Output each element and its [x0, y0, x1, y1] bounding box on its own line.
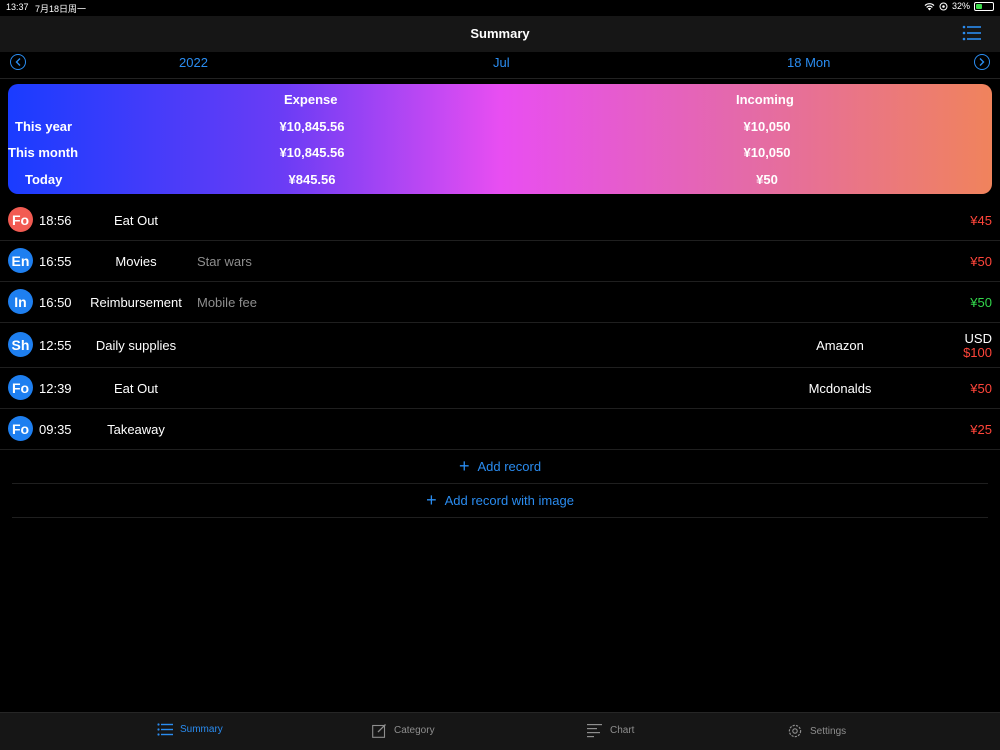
record-row[interactable]: Fo 18:56 Eat Out ¥45	[0, 200, 1000, 241]
page-title: Summary	[470, 26, 530, 41]
chevron-left-icon	[15, 58, 21, 66]
record-amount: $100	[963, 345, 992, 360]
category-avatar: Fo	[8, 207, 33, 232]
record-time: 09:35	[39, 422, 72, 437]
previous-day-button[interactable]	[10, 54, 26, 70]
tab-summary[interactable]: Summary	[157, 723, 223, 736]
tab-label: Settings	[810, 725, 847, 737]
record-time: 16:55	[39, 254, 72, 269]
battery-percent: 32%	[951, 1, 970, 11]
record-time: 12:55	[39, 338, 72, 353]
record-category: Movies	[115, 254, 157, 269]
summary-card: Expense Incoming This year ¥10,845.56 ¥1…	[8, 84, 992, 194]
tab-chart[interactable]: Chart	[587, 723, 634, 738]
add-record-button[interactable]: + Add record	[12, 450, 988, 484]
records-list: Fo 18:56 Eat Out ¥45 En 16:55 Movies Sta…	[0, 200, 1000, 518]
record-category: Daily supplies	[95, 338, 177, 353]
day-selector[interactable]: 18 Mon	[787, 55, 830, 70]
summary-incoming-value: ¥10,050	[743, 145, 791, 160]
add-record-label: Add record	[477, 459, 542, 474]
record-amount: ¥50	[970, 254, 992, 269]
record-row[interactable]: Sh 12:55 Daily supplies Amazon USD $100	[0, 323, 1000, 368]
summary-incoming-value: ¥10,050	[743, 119, 791, 134]
incoming-header: Incoming	[736, 92, 794, 107]
record-category: Takeaway	[107, 422, 165, 437]
record-row[interactable]: In 16:50 Reimbursement Mobile fee ¥50	[0, 282, 1000, 323]
summary-incoming-value: ¥50	[756, 172, 778, 187]
record-row[interactable]: Fo 09:35 Takeaway ¥25	[0, 409, 1000, 450]
category-avatar: Sh	[8, 332, 33, 357]
record-category: Eat Out	[113, 213, 159, 228]
record-merchant: Mcdonalds	[808, 381, 872, 396]
list-menu-icon[interactable]	[962, 25, 982, 41]
month-selector[interactable]: Jul	[493, 55, 510, 70]
list-icon	[157, 723, 173, 736]
category-avatar: In	[8, 289, 33, 314]
record-note: Mobile fee	[197, 295, 257, 310]
expense-header: Expense	[284, 92, 338, 107]
plus-icon: +	[426, 490, 437, 510]
next-day-button[interactable]	[974, 54, 990, 70]
record-time: 18:56	[39, 213, 72, 228]
tab-label: Chart	[610, 725, 635, 736]
record-amount: ¥45	[970, 213, 992, 228]
record-time: 12:39	[39, 381, 72, 396]
record-row[interactable]: Fo 12:39 Eat Out Mcdonalds ¥50	[0, 368, 1000, 409]
record-amount: ¥25	[970, 422, 992, 437]
chevron-right-icon	[979, 58, 985, 66]
record-category: Reimbursement	[90, 295, 182, 310]
category-avatar: Fo	[8, 416, 33, 441]
tab-settings[interactable]: Settings	[787, 723, 846, 739]
tab-bar: Summary Category Chart Settings	[0, 712, 1000, 750]
plus-icon: +	[458, 456, 470, 476]
category-avatar: Fo	[8, 375, 33, 400]
location-lock-icon	[939, 2, 948, 10]
record-amount: ¥50	[970, 381, 992, 396]
record-note: Star wars	[197, 254, 252, 269]
status-time: 13:37	[6, 2, 29, 12]
edit-icon	[372, 724, 386, 738]
record-time: 16:50	[39, 295, 72, 310]
record-merchant: Amazon	[816, 338, 864, 353]
gear-icon	[788, 724, 802, 738]
tab-category[interactable]: Category	[372, 723, 435, 738]
tab-label: Summary	[180, 724, 223, 735]
year-selector[interactable]: 2022	[179, 55, 208, 70]
battery-icon	[974, 1, 994, 11]
tab-label: Category	[394, 725, 435, 736]
status-right: 32%	[924, 1, 994, 11]
record-currency: USD	[964, 331, 992, 346]
record-row[interactable]: En 16:55 Movies Star wars ¥50	[0, 241, 1000, 282]
add-record-with-image-button[interactable]: + Add record with image	[12, 484, 988, 518]
add-record-image-label: Add record with image	[444, 493, 574, 508]
nav-bar: Summary	[0, 16, 1000, 52]
wifi-icon	[924, 2, 935, 10]
record-category: Eat Out	[113, 381, 159, 396]
status-bar: 13:37 7月18日周一 32%	[0, 0, 1000, 16]
record-amount: ¥50	[970, 295, 992, 310]
date-navigator: 2022 Jul 18 Mon	[0, 52, 1000, 79]
category-avatar: En	[8, 248, 33, 273]
chart-icon	[587, 724, 602, 738]
status-date: 7月18日周一	[35, 4, 87, 14]
